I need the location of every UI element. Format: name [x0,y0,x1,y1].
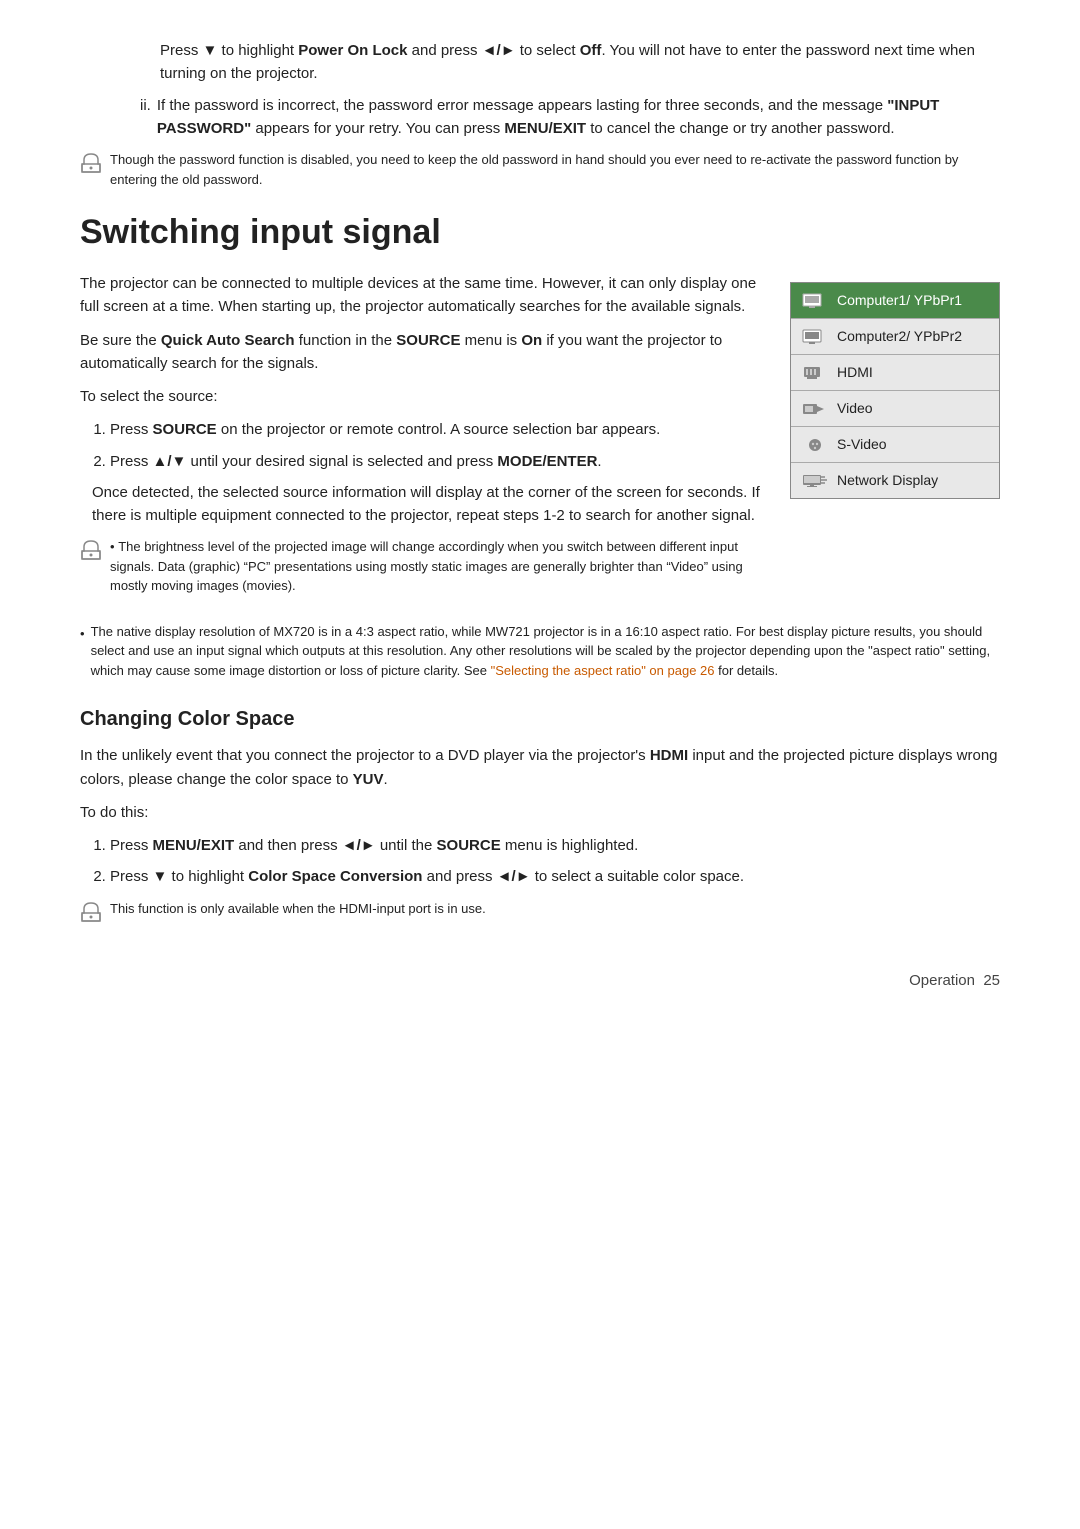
menu-exit-bold: MENU/EXIT [504,120,586,137]
native-display-note: • The native display resolution of MX720… [80,622,1000,681]
source-cs: SOURCE [437,837,501,854]
subsection-title: Changing Color Space [80,704,1000,734]
step-2: Press ▲/▼ until your desired signal is s… [110,450,760,528]
note-cap-icon3 [80,901,102,931]
intro-section: Press ▼ to highlight Power On Lock and p… [80,40,1000,189]
intro-para1: Press ▼ to highlight Power On Lock and p… [160,40,1000,85]
step-1: Press SOURCE on the projector or remote … [110,418,760,441]
for-details: for details. [715,663,779,678]
menu-item-network: Network Display [791,463,999,498]
power-on-lock-bold: Power On Lock [298,42,407,59]
step2-indent: Once detected, the selected source infor… [92,481,760,528]
computer2-label: Computer2/ YPbPr2 [837,326,989,347]
native-display-text: The native display resolution of MX720 i… [91,622,1000,681]
up-down-arrows: ▲/▼ [153,453,187,470]
aspect-ratio-link[interactable]: "Selecting the aspect ratio" on page 26 [491,663,715,678]
lr-arrow-bold: ◄/► [482,42,516,59]
menu-item-video: Video [791,391,999,427]
yuv-bold: YUV [353,771,384,788]
network-icon [801,472,829,490]
footer-section: Operation [909,970,975,993]
video-icon [801,400,829,418]
hdmi-icon [801,364,829,382]
cs-step2: Press ▼ to highlight Color Space Convers… [110,865,1000,888]
main-content-with-sidebar: The projector can be connected to multip… [80,272,1000,606]
password-note-text: Though the password function is disabled… [110,150,1000,189]
para2: Be sure the Quick Auto Search function i… [80,329,760,376]
page-content: Press ▼ to highlight Power On Lock and p… [80,40,1000,930]
bullet-dot-bright: • [110,539,115,554]
para1: The projector can be connected to multip… [80,272,760,319]
mode-enter-bold: MODE/ENTER [497,453,597,470]
color-space-steps: Press MENU/EXIT and then press ◄/► until… [110,834,1000,889]
menu-item-computer2: Computer2/ YPbPr2 [791,319,999,355]
computer2-icon [801,328,829,346]
hdmi-bold-cs: HDMI [650,747,688,764]
source-bold-s1: SOURCE [153,421,217,438]
down-arrow-cs: ▼ [153,868,168,885]
svideo-icon [801,436,829,454]
to-do-this: To do this: [80,801,1000,824]
svideo-label: S-Video [837,434,989,455]
video-label: Video [837,398,989,419]
note-cap-icon [80,152,102,182]
color-space-para: In the unlikely event that you connect t… [80,744,1000,791]
password-note-box: Though the password function is disabled… [80,150,1000,189]
steps-list: Press SOURCE on the projector or remote … [110,418,760,527]
menu-item-computer1: Computer1/ YPbPr1 [791,283,999,319]
on-bold: On [521,332,542,349]
quick-auto-search-bold: Quick Auto Search [161,332,295,349]
down-arrow-bold: ▼ [203,42,218,59]
bullet-dot-native: • [80,624,85,644]
off-bold: Off [580,42,602,59]
section-title: Switching input signal [80,207,1000,258]
main-left: The projector can be connected to multip… [80,272,760,606]
computer1-icon [801,292,829,310]
hdmi-note-box: This function is only available when the… [80,899,1000,931]
network-display-label: Network Display [837,470,989,491]
source-bold: SOURCE [396,332,460,349]
lr-arrow-cs2: ◄/► [497,868,531,885]
color-space-bold: Color Space Conversion [248,868,422,885]
page-footer: Operation 25 [80,970,1000,993]
menu-exit-cs: MENU/EXIT [153,837,235,854]
menu-item-svideo: S-Video [791,427,999,463]
lr-arrow-cs: ◄/► [342,837,376,854]
hdmi-note-text: This function is only available when the… [110,899,486,919]
footer-page-num: 25 [983,970,1000,993]
brightness-note-text: • The brightness level of the projected … [110,537,760,596]
ii-text: If the password is incorrect, the passwo… [157,95,1000,140]
source-menu: Computer1/ YPbPr1 Computer2/ YPbPr2 [790,282,1000,499]
computer1-label: Computer1/ YPbPr1 [837,290,989,311]
ii-label: ii. [140,95,151,140]
note-cap-icon2 [80,539,102,569]
hdmi-label: HDMI [837,362,989,383]
intro-note-ii: ii. If the password is incorrect, the pa… [140,95,1000,140]
to-select-source: To select the source: [80,385,760,408]
brightness-note-box: • The brightness level of the projected … [80,537,760,596]
cs-step1: Press MENU/EXIT and then press ◄/► until… [110,834,1000,857]
menu-item-hdmi: HDMI [791,355,999,391]
